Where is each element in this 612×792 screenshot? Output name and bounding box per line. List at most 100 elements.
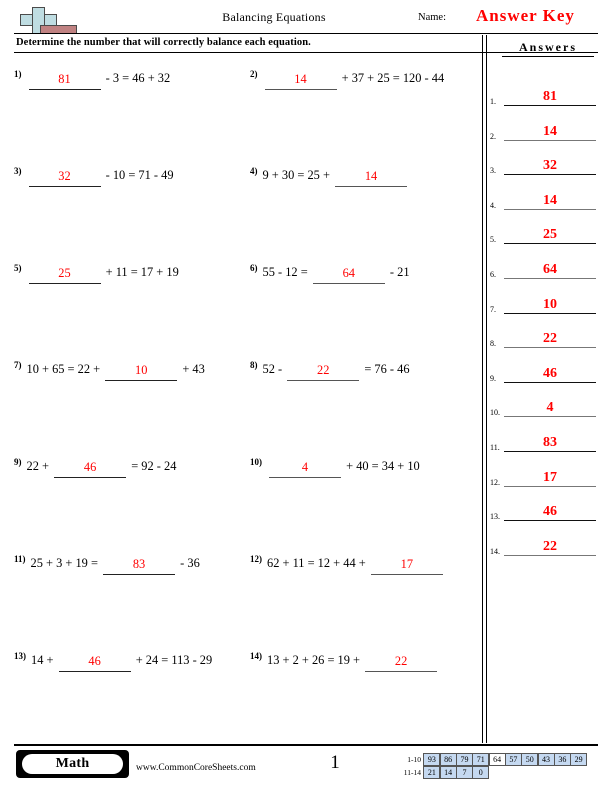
problem-expression-right: - 21 bbox=[389, 265, 410, 279]
answer-value-8[interactable]: 22 bbox=[504, 330, 596, 349]
answer-blank-7[interactable]: 10 bbox=[105, 362, 178, 381]
answers-heading: Answers bbox=[502, 40, 594, 57]
answer-value-2[interactable]: 14 bbox=[504, 123, 596, 141]
problem-5: 5) 25 + 11 = 17 + 19 bbox=[14, 255, 179, 284]
problem-expression-left: 52 - bbox=[262, 362, 283, 376]
problem-expression-left: 22 + bbox=[26, 459, 49, 473]
answer-blank-13[interactable]: 46 bbox=[58, 653, 131, 672]
answer-row-1: 1. 81 bbox=[488, 76, 600, 106]
answer-value-10[interactable]: 4 bbox=[504, 399, 596, 418]
problem-expression-right: + 37 + 25 = 120 - 44 bbox=[341, 71, 445, 85]
answer-row-12: 12. 17 bbox=[488, 457, 600, 487]
problem-14: 14) 13 + 2 + 26 = 19 + 22 bbox=[250, 643, 439, 672]
problems-area: 1) 81 - 3 = 46 + 32 2) 14 + 37 + 25 = 120 -… bbox=[0, 55, 482, 695]
answer-row-index: 11. bbox=[490, 443, 500, 452]
answer-value-14[interactable]: 22 bbox=[504, 538, 596, 556]
answer-value-9[interactable]: 46 bbox=[504, 365, 596, 383]
answer-blank-1[interactable]: 81 bbox=[28, 71, 101, 90]
answer-value-12[interactable]: 17 bbox=[504, 469, 596, 487]
answer-blank-6[interactable]: 64 bbox=[312, 265, 385, 284]
answer-row-13: 13. 46 bbox=[488, 491, 600, 522]
answers-panel: Answers 1. 81 2. 14 3. 32 4. 14 5. 25 6. 64 7. 10 8. 22… bbox=[488, 36, 600, 736]
answer-row-2: 2. 14 bbox=[488, 111, 600, 141]
answer-blank-5[interactable]: 25 bbox=[28, 265, 101, 284]
problem-number: 9) bbox=[14, 457, 22, 467]
score-cell: 50 bbox=[521, 753, 539, 766]
answer-value-3[interactable]: 32 bbox=[504, 157, 596, 176]
answer-row-11: 11. 83 bbox=[488, 422, 600, 452]
problem-number: 10) bbox=[250, 457, 262, 467]
score-row-label: 11-14 bbox=[403, 768, 421, 777]
problem-number: 8) bbox=[250, 360, 258, 370]
answer-value-5[interactable]: 25 bbox=[504, 226, 596, 245]
answer-row-index: 2. bbox=[490, 131, 496, 141]
answer-row-index: 6. bbox=[490, 270, 496, 279]
problem-number: 3) bbox=[14, 166, 22, 176]
answer-blank-4[interactable]: 14 bbox=[335, 168, 408, 187]
problem-expression-right: = 76 - 46 bbox=[364, 362, 410, 376]
problem-11: 11) 25 + 3 + 19 = 83 - 36 bbox=[14, 546, 200, 575]
problem-9: 9) 22 + 46 = 92 - 24 bbox=[14, 449, 177, 478]
answer-blank-9[interactable]: 46 bbox=[54, 459, 127, 478]
site-url-text: www.CommonCoreSheets.com bbox=[136, 763, 256, 773]
answer-row-index: 13. bbox=[490, 512, 500, 522]
answer-value-11[interactable]: 83 bbox=[504, 434, 596, 452]
problem-3: 3) 32 - 10 = 71 - 49 bbox=[14, 158, 174, 187]
answer-value-13[interactable]: 46 bbox=[504, 503, 596, 522]
answer-row-7: 7. 10 bbox=[488, 284, 600, 314]
answer-row-index: 1. bbox=[490, 97, 496, 106]
answer-blank-3[interactable]: 32 bbox=[28, 168, 101, 187]
instructions-text: Determine the number that will correctly… bbox=[16, 37, 311, 48]
score-cell: 36 bbox=[553, 753, 571, 766]
problem-expression-right: - 10 = 71 - 49 bbox=[105, 168, 174, 182]
score-cell: 0 bbox=[472, 766, 490, 779]
problem-expression-right: = 92 - 24 bbox=[131, 459, 177, 473]
problem-expression-left: 9 + 30 = 25 + bbox=[262, 168, 330, 182]
score-cell: 43 bbox=[537, 753, 555, 766]
answer-value-6[interactable]: 64 bbox=[504, 261, 596, 279]
score-cell: 93 bbox=[423, 753, 441, 766]
problem-expression-right: + 40 = 34 + 10 bbox=[346, 459, 420, 473]
problem-10: 10) 4 + 40 = 34 + 10 bbox=[250, 449, 420, 478]
answer-blank-14[interactable]: 22 bbox=[365, 653, 438, 672]
answer-value-7[interactable]: 10 bbox=[504, 296, 596, 314]
problem-expression-left: 10 + 65 = 22 + bbox=[26, 362, 101, 376]
answer-value-4[interactable]: 14 bbox=[504, 192, 596, 210]
score-cell: 86 bbox=[439, 753, 457, 766]
problem-12: 12) 62 + 11 = 12 + 44 + 17 bbox=[250, 546, 445, 575]
answer-row-index: 8. bbox=[490, 339, 496, 349]
problem-number: 11) bbox=[14, 554, 26, 564]
answer-row-5: 5. 25 bbox=[488, 214, 600, 245]
answer-blank-2[interactable]: 14 bbox=[264, 71, 337, 90]
score-row-1: 1-10 93 86 79 71 64 57 50 43 36 29 bbox=[398, 753, 588, 766]
score-row-label: 1-10 bbox=[407, 755, 421, 764]
answer-row-index: 5. bbox=[490, 235, 496, 245]
answer-blank-10[interactable]: 4 bbox=[269, 459, 341, 478]
answer-row-index: 12. bbox=[490, 477, 500, 487]
problem-6: 6) 55 - 12 = 64 - 21 bbox=[250, 255, 410, 284]
score-cell: 71 bbox=[472, 753, 490, 766]
answer-blank-8[interactable]: 22 bbox=[287, 362, 360, 381]
score-cell: 29 bbox=[570, 753, 588, 766]
answer-row-10: 10. 4 bbox=[488, 387, 600, 418]
answer-value-1[interactable]: 81 bbox=[504, 88, 596, 106]
problem-expression-left: 14 + bbox=[31, 653, 54, 667]
problem-number: 12) bbox=[250, 554, 262, 564]
score-cell: 57 bbox=[504, 753, 522, 766]
score-cell: 21 bbox=[423, 766, 441, 779]
answer-blank-12[interactable]: 17 bbox=[370, 556, 443, 575]
problem-expression-left: 25 + 3 + 19 = bbox=[30, 556, 98, 570]
problem-1: 1) 81 - 3 = 46 + 32 bbox=[14, 61, 170, 90]
answer-blank-11[interactable]: 83 bbox=[103, 556, 176, 575]
answer-row-index: 9. bbox=[490, 373, 496, 383]
name-label: Name: bbox=[418, 12, 446, 23]
answer-row-6: 6. 64 bbox=[488, 249, 600, 279]
problem-expression-left: 13 + 2 + 26 = 19 + bbox=[267, 653, 361, 667]
problem-number: 14) bbox=[250, 651, 262, 661]
problem-expression-right: + 43 bbox=[182, 362, 205, 376]
problem-4: 4) 9 + 30 = 25 + 14 bbox=[250, 158, 409, 187]
page-number: 1 bbox=[330, 752, 340, 773]
problem-number: 6) bbox=[250, 263, 258, 273]
answer-row-index: 7. bbox=[490, 304, 496, 314]
problem-8: 8) 52 - 22 = 76 - 46 bbox=[250, 352, 410, 381]
